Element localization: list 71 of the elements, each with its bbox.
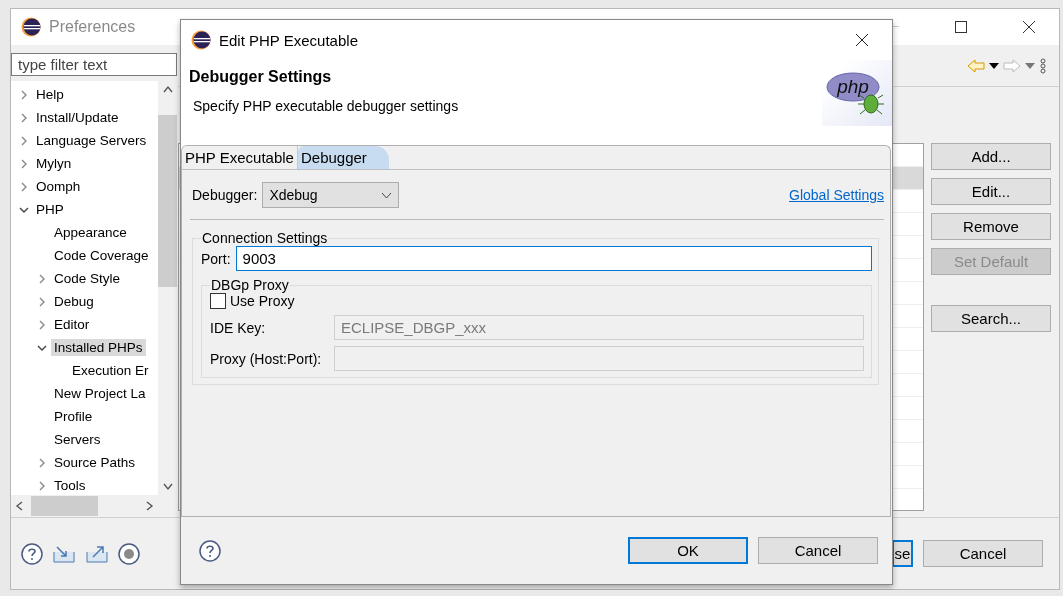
chevron-right-icon[interactable] [146, 501, 154, 511]
chevron-left-icon[interactable] [15, 501, 23, 511]
dialog-heading: Debugger Settings [189, 68, 333, 86]
tree-item[interactable]: Execution Er [69, 362, 152, 379]
dialog-title: Edit PHP Executable [219, 31, 359, 49]
group-title: DBGp Proxy [210, 277, 290, 293]
tree-item[interactable]: Servers [51, 431, 104, 448]
more-options-icon[interactable] [1039, 57, 1047, 74]
port-field[interactable]: 9003 [235, 246, 872, 271]
tree-item[interactable]: Code Style [51, 270, 124, 287]
chevron-right-icon[interactable] [37, 296, 47, 307]
tree-item[interactable]: Profile [51, 408, 96, 425]
tree-item[interactable]: Appearance [51, 224, 130, 241]
tree-item[interactable]: Source Paths [51, 454, 139, 471]
tab[interactable]: PHP Executable [182, 146, 298, 169]
tab[interactable]: Debugger [297, 146, 389, 169]
tree-item[interactable]: New Project La [51, 385, 149, 402]
tree-item[interactable]: PHP [33, 201, 67, 218]
debugger-dropdown[interactable]: Xdebug [262, 182, 400, 208]
chevron-down-icon [381, 191, 393, 199]
eclipse-logo-icon [191, 30, 211, 50]
chevron-right-icon[interactable] [37, 319, 47, 330]
dialog-description: Specify PHP executable debugger settings [192, 98, 460, 114]
tree-item[interactable]: Install/Update [33, 109, 122, 126]
side-button[interactable]: Edit... [931, 178, 1051, 205]
filter-field[interactable]: type filter text [11, 53, 177, 76]
help-icon[interactable] [21, 542, 43, 565]
tree-item[interactable]: Editor [51, 316, 93, 333]
chevron-right-icon[interactable] [19, 112, 29, 123]
chevron-down-icon[interactable] [162, 483, 173, 491]
dropdown-triangle-icon[interactable] [989, 62, 999, 69]
field-label: Debugger: [192, 187, 258, 203]
side-button[interactable]: Search... [931, 305, 1051, 332]
chevron-right-icon[interactable] [19, 135, 29, 146]
help-icon[interactable] [199, 539, 221, 562]
window-title: Preferences [49, 18, 137, 36]
field-label: Port: [201, 250, 231, 267]
chevron-right-icon[interactable] [19, 89, 29, 100]
chevron-right-icon[interactable] [19, 181, 29, 192]
tree-item[interactable]: Tools [51, 477, 89, 494]
maximize-icon[interactable] [955, 21, 967, 33]
chevron-right-icon[interactable] [37, 273, 47, 284]
close-icon[interactable] [855, 33, 869, 47]
chevron-up-icon[interactable] [162, 85, 173, 93]
side-button[interactable]: Add... [931, 143, 1051, 170]
close-icon[interactable] [1022, 20, 1036, 34]
chevron-right-icon[interactable] [37, 457, 47, 468]
import-icon[interactable] [52, 543, 76, 564]
tree-item[interactable]: Help [33, 86, 67, 103]
use-proxy-checkbox[interactable] [210, 293, 226, 309]
chevron-right-icon[interactable] [19, 158, 29, 169]
tree-item[interactable]: Debug [51, 293, 97, 310]
field-label: IDE Key: [210, 319, 267, 336]
checkbox-label: Use Proxy [230, 293, 295, 309]
dialog-button[interactable]: Cancel [758, 537, 878, 564]
tree-item[interactable]: Language Servers [33, 132, 150, 149]
footer-button[interactable]: se [892, 540, 913, 567]
side-button[interactable]: Remove [931, 213, 1051, 240]
dialog-button[interactable]: OK [628, 537, 748, 564]
tree-item[interactable]: Oomph [33, 178, 84, 195]
field-label: Proxy (Host:Port): [210, 350, 323, 367]
eclipse-logo-icon [21, 17, 41, 37]
chevron-right-icon[interactable] [37, 480, 47, 491]
tree-item[interactable]: Installed PHPs [51, 339, 146, 356]
group-title: Connection Settings [201, 230, 329, 246]
global-settings-link[interactable]: Global Settings [789, 187, 884, 203]
tree-item[interactable]: Mylyn [33, 155, 75, 172]
record-icon[interactable] [118, 542, 140, 565]
tree-item[interactable]: Code Coverage [51, 247, 152, 264]
footer-button[interactable]: Cancel [923, 540, 1043, 567]
export-icon[interactable] [85, 543, 109, 564]
